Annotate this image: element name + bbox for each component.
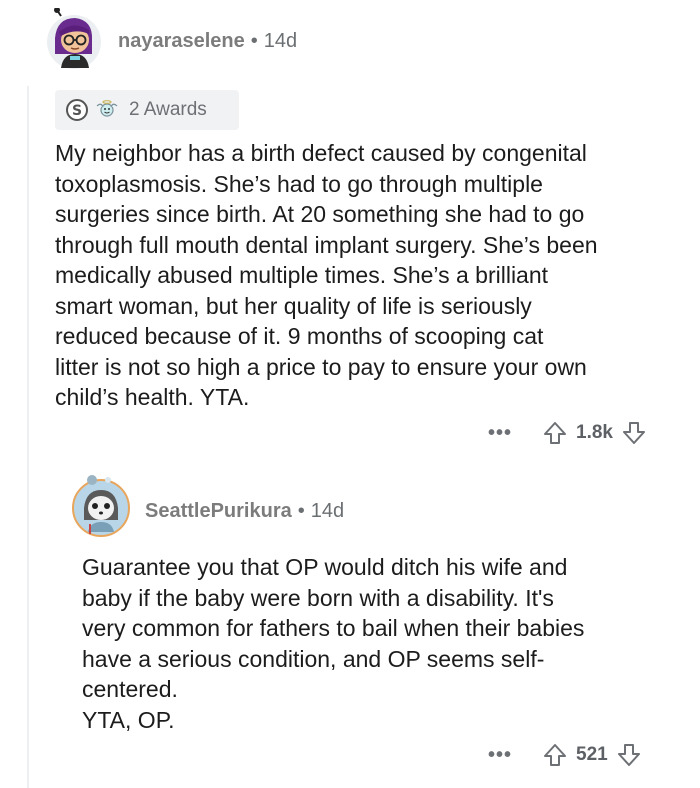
vote-score: 1.8k — [576, 422, 613, 443]
reply-body: Guarantee you that OP would ditch his wi… — [82, 554, 585, 733]
reply-more-options-button[interactable]: ••• — [488, 744, 512, 767]
comment-body: My neighbor has a birth defect caused by… — [55, 140, 598, 410]
upvote-icon[interactable] — [542, 420, 568, 446]
reply-actions: ••• 521 — [488, 742, 642, 768]
downvote-icon[interactable] — [621, 420, 647, 446]
svg-text:S: S — [72, 103, 82, 119]
awards-count: 2 Awards — [129, 99, 207, 120]
meta-separator: • — [297, 500, 305, 522]
comment-meta: nayaraselene • 14d — [118, 30, 297, 53]
reply-meta: SeattlePurikura • 14d — [145, 500, 344, 523]
user-avatar[interactable] — [45, 8, 103, 70]
downvote-icon[interactable] — [616, 742, 642, 768]
username[interactable]: nayaraselene — [118, 30, 245, 53]
more-options-button[interactable]: ••• — [488, 422, 512, 445]
avatar-image — [47, 8, 101, 69]
reply-user-avatar[interactable] — [70, 470, 132, 540]
comment-thread-line — [27, 86, 29, 788]
silver-award-icon: S — [65, 98, 89, 122]
awards-badge[interactable]: S 2 Awards — [55, 90, 239, 130]
comment-age: 14d — [263, 30, 298, 52]
reply-age: 14d — [310, 500, 345, 522]
reply-vote-score: 521 — [576, 744, 608, 765]
comment-actions: ••• 1.8k — [488, 420, 647, 446]
avatar-image — [72, 475, 130, 537]
meta-separator: • — [250, 30, 258, 52]
reply-username[interactable]: SeattlePurikura — [145, 500, 292, 523]
upvote-icon[interactable] — [542, 742, 568, 768]
wholesome-award-icon — [95, 98, 119, 122]
